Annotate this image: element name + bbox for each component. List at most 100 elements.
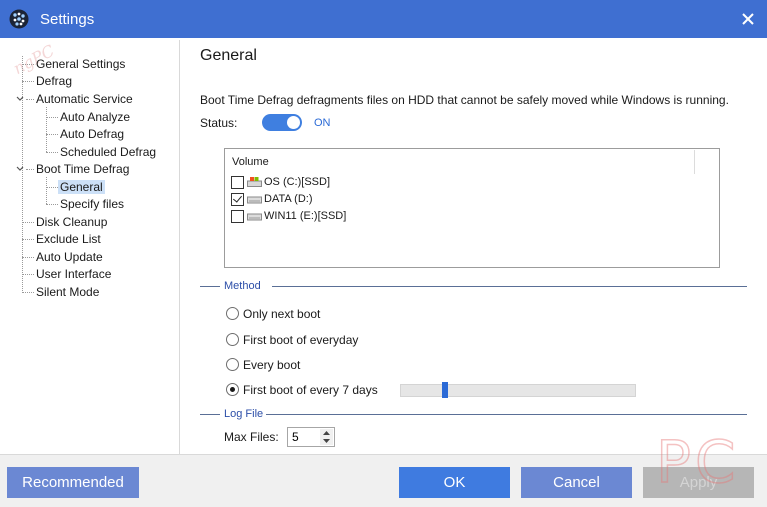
tree-item-label: Scheduled Defrag — [60, 145, 157, 159]
main-area: ngPC General Settings Defrag Automatic S… — [0, 38, 767, 454]
method-option-label: Every boot — [243, 358, 301, 372]
tree-item-exclude-list[interactable]: Exclude List — [34, 231, 103, 247]
tree-item-label: Auto Defrag — [60, 127, 125, 141]
volume-checkbox[interactable] — [231, 193, 244, 206]
radio-button[interactable] — [226, 383, 239, 397]
recommended-button[interactable]: Recommended — [7, 467, 139, 498]
method-option-label: First boot of every 7 days — [243, 383, 378, 397]
radio-button[interactable] — [226, 307, 239, 321]
tree-item-boot-time-defrag[interactable]: Boot Time Defrag — [34, 161, 131, 177]
tree-item-silent-mode[interactable]: Silent Mode — [34, 284, 101, 300]
logfile-group-label: Log File — [224, 408, 264, 420]
method-option-label: First boot of everyday — [243, 333, 359, 347]
app-logo-icon — [9, 9, 29, 29]
tree-item-general[interactable]: General — [58, 179, 105, 195]
tree-connector — [22, 222, 34, 223]
column-divider — [694, 150, 695, 174]
tree-connector — [46, 177, 47, 204]
tree-item-label: Exclude List — [36, 232, 101, 246]
tree-connector — [22, 292, 34, 293]
tree-connector — [46, 134, 58, 135]
method-option-every-boot[interactable]: Every boot — [226, 357, 300, 373]
tree-item-label: User Interface — [36, 267, 112, 281]
drive-icon — [247, 213, 262, 221]
spin-down-icon[interactable] — [320, 437, 333, 445]
close-icon[interactable] — [737, 8, 759, 30]
description-text: Boot Time Defrag defragments files on HD… — [200, 93, 729, 107]
status-label: Status: — [200, 116, 238, 130]
svg-text:PC: PC — [656, 428, 739, 496]
tree-item-label: General — [58, 180, 105, 194]
tree-item-label: Defrag — [36, 74, 73, 88]
volume-column-header[interactable]: Volume — [232, 156, 269, 168]
tree-item-defrag[interactable]: Defrag — [34, 73, 74, 89]
tree-connector — [26, 99, 34, 100]
page-title: General — [200, 47, 257, 64]
tree-item-auto-analyze[interactable]: Auto Analyze — [58, 109, 132, 125]
tree-item-user-interface[interactable]: User Interface — [34, 266, 113, 282]
method-option-next-boot[interactable]: Only next boot — [226, 306, 320, 322]
tree-item-automatic-service[interactable]: Automatic Service — [34, 91, 135, 107]
pc-watermark-logo: PC — [655, 427, 739, 497]
spin-up-icon[interactable] — [320, 429, 333, 437]
method-option-label: Only next boot — [243, 307, 321, 321]
radio-button[interactable] — [226, 358, 239, 372]
method-option-every-n-days[interactable]: First boot of every 7 days — [226, 382, 378, 398]
max-files-label: Max Files: — [224, 430, 279, 444]
volume-checkbox[interactable] — [231, 210, 244, 223]
chevron-down-icon[interactable] — [16, 165, 24, 173]
chevron-down-icon[interactable] — [16, 95, 24, 103]
days-slider[interactable] — [400, 382, 636, 398]
tree-item-label: Specify files — [60, 197, 125, 211]
tree-item-specify-files[interactable]: Specify files — [58, 196, 126, 212]
volume-list: Volume OS (C:)[SSD] DATA (D:) WIN11 (E:)… — [224, 148, 720, 268]
tree-connector — [22, 239, 34, 240]
tree-connector — [22, 274, 34, 275]
tree-connector — [22, 257, 34, 258]
group-divider — [200, 286, 220, 287]
window-title: Settings — [40, 11, 95, 28]
group-divider — [266, 414, 747, 415]
tree-connector — [46, 152, 58, 153]
tree-item-label: Auto Analyze — [60, 110, 131, 124]
max-files-stepper[interactable] — [287, 427, 335, 447]
tree-item-auto-defrag[interactable]: Auto Defrag — [58, 126, 126, 142]
tree-connector — [46, 117, 58, 118]
tree-item-disk-cleanup[interactable]: Disk Cleanup — [34, 214, 109, 230]
tree-item-label: Auto Update — [36, 250, 103, 264]
volume-label: OS (C:)[SSD] — [264, 176, 331, 188]
cancel-button[interactable]: Cancel — [521, 467, 632, 498]
settings-panel: General Boot Time Defrag defragments fil… — [182, 38, 767, 454]
tree-connector — [22, 81, 34, 82]
radio-button[interactable] — [226, 333, 239, 347]
volume-label: DATA (D:) — [264, 193, 313, 205]
tree-item-general-settings[interactable]: General Settings — [34, 56, 127, 72]
max-files-input[interactable] — [288, 428, 320, 446]
method-group-label: Method — [224, 280, 261, 292]
toggle-knob — [287, 116, 300, 129]
tree-connector — [46, 204, 58, 205]
tree-connector — [46, 187, 58, 188]
tree-item-label: Silent Mode — [36, 285, 100, 299]
tree-item-scheduled-defrag[interactable]: Scheduled Defrag — [58, 144, 158, 160]
tree-item-label: Disk Cleanup — [36, 215, 108, 229]
drive-icon — [247, 196, 262, 204]
tree-item-label: General Settings — [36, 57, 126, 71]
status-toggle[interactable] — [262, 114, 302, 131]
group-divider — [200, 414, 220, 415]
tree-item-auto-update[interactable]: Auto Update — [34, 249, 105, 265]
status-value: ON — [314, 117, 331, 129]
slider-thumb[interactable] — [442, 382, 448, 398]
tree-item-label: Boot Time Defrag — [36, 162, 130, 176]
ok-button[interactable]: OK — [399, 467, 510, 498]
volume-checkbox[interactable] — [231, 176, 244, 189]
volume-label: WIN11 (E:)[SSD] — [264, 210, 347, 222]
tree-connector — [46, 107, 47, 152]
system-drive-icon — [247, 177, 262, 187]
settings-tree: ngPC General Settings Defrag Automatic S… — [4, 40, 180, 454]
method-option-first-boot-everyday[interactable]: First boot of everyday — [226, 332, 358, 348]
group-divider — [272, 286, 747, 287]
stepper-buttons — [320, 429, 333, 445]
title-bar: Settings — [0, 0, 767, 38]
tree-item-label: Automatic Service — [36, 92, 133, 106]
